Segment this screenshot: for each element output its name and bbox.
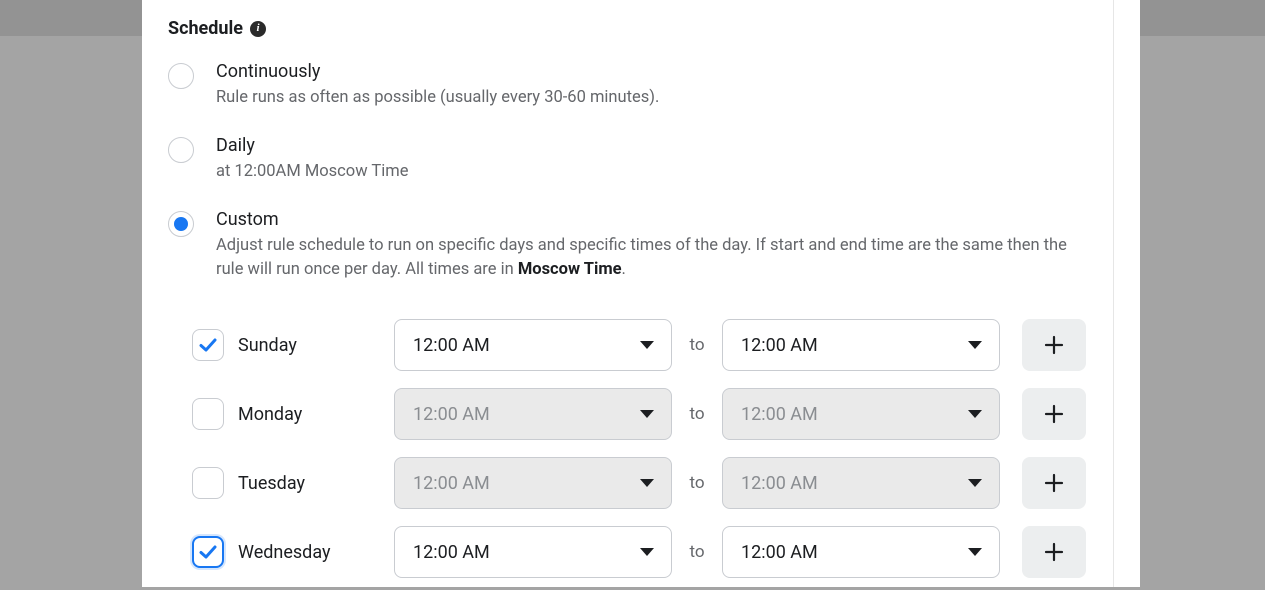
end-time-value: 12:00 AM <box>741 335 818 356</box>
plus-icon <box>1043 541 1065 563</box>
to-label: to <box>672 404 722 424</box>
day-name-label: Wednesday <box>224 542 394 563</box>
start-time-select[interactable]: 12:00 AM <box>394 526 672 578</box>
plus-icon <box>1043 334 1065 356</box>
end-time-value: 12:00 AM <box>741 473 818 494</box>
end-time-select[interactable]: 12:00 AM <box>722 526 1000 578</box>
add-time-range-button[interactable] <box>1022 526 1086 578</box>
start-time-value: 12:00 AM <box>413 542 490 563</box>
start-time-value: 12:00 AM <box>413 335 490 356</box>
start-time-select: 12:00 AM <box>394 457 672 509</box>
day-row: Sunday 12:00 AM to 12:00 AM <box>192 319 1087 371</box>
day-row: Wednesday 12:00 AM to 12:00 AM <box>192 526 1087 578</box>
add-time-range-button[interactable] <box>1022 457 1086 509</box>
start-time-select: 12:00 AM <box>394 388 672 440</box>
end-time-select: 12:00 AM <box>722 457 1000 509</box>
day-name-label: Monday <box>224 404 394 425</box>
day-checkbox[interactable] <box>192 329 224 361</box>
radio-custom-sub-suffix: . <box>622 260 626 279</box>
chevron-down-icon <box>640 410 654 418</box>
section-header: Schedule i <box>168 18 1087 39</box>
add-time-range-button[interactable] <box>1022 319 1086 371</box>
plus-icon <box>1043 403 1065 425</box>
radio-custom-label: Custom <box>216 209 1086 230</box>
day-checkbox[interactable] <box>192 536 224 568</box>
chevron-down-icon <box>968 479 982 487</box>
plus-icon <box>1043 472 1065 494</box>
end-time-value: 12:00 AM <box>741 542 818 563</box>
radio-continuous[interactable] <box>168 63 194 89</box>
chevron-down-icon <box>640 341 654 349</box>
info-icon[interactable]: i <box>250 21 266 37</box>
end-time-value: 12:00 AM <box>741 404 818 425</box>
radio-custom[interactable] <box>168 211 194 237</box>
timezone-label: Moscow Time <box>518 260 622 279</box>
start-time-select[interactable]: 12:00 AM <box>394 319 672 371</box>
chevron-down-icon <box>968 548 982 556</box>
day-name-label: Sunday <box>224 335 394 356</box>
radio-row-custom: Custom Adjust rule schedule to run on sp… <box>168 209 1087 284</box>
start-time-value: 12:00 AM <box>413 473 490 494</box>
to-label: to <box>672 542 722 562</box>
radio-custom-sub: Adjust rule schedule to run on specific … <box>216 234 1086 284</box>
chevron-down-icon <box>968 410 982 418</box>
end-time-select: 12:00 AM <box>722 388 1000 440</box>
to-label: to <box>672 473 722 493</box>
radio-daily[interactable] <box>168 137 194 163</box>
start-time-value: 12:00 AM <box>413 404 490 425</box>
day-row: Tuesday 12:00 AM to 12:00 AM <box>192 457 1087 509</box>
section-title: Schedule <box>168 18 243 39</box>
radio-row-continuous: Continuously Rule runs as often as possi… <box>168 61 1087 111</box>
day-checkbox[interactable] <box>192 398 224 430</box>
radio-continuous-sub: Rule runs as often as possible (usually … <box>216 86 659 111</box>
to-label: to <box>672 335 722 355</box>
chevron-down-icon <box>968 341 982 349</box>
panel-right-gutter <box>1114 0 1140 587</box>
radio-row-daily: Daily at 12:00AM Moscow Time <box>168 135 1087 185</box>
radio-daily-sub: at 12:00AM Moscow Time <box>216 160 408 185</box>
day-row: Monday 12:00 AM to 12:00 AM <box>192 388 1087 440</box>
chevron-down-icon <box>640 479 654 487</box>
radio-daily-label: Daily <box>216 135 408 156</box>
radio-custom-sub-prefix: Adjust rule schedule to run on specific … <box>216 236 1067 280</box>
add-time-range-button[interactable] <box>1022 388 1086 440</box>
day-schedule-list: Sunday 12:00 AM to 12:00 AM Monday 12:00 AM to… <box>168 319 1087 578</box>
day-name-label: Tuesday <box>224 473 394 494</box>
radio-continuous-label: Continuously <box>216 61 659 82</box>
day-checkbox[interactable] <box>192 467 224 499</box>
end-time-select[interactable]: 12:00 AM <box>722 319 1000 371</box>
schedule-panel: Schedule i Continuously Rule runs as oft… <box>142 0 1114 587</box>
chevron-down-icon <box>640 548 654 556</box>
